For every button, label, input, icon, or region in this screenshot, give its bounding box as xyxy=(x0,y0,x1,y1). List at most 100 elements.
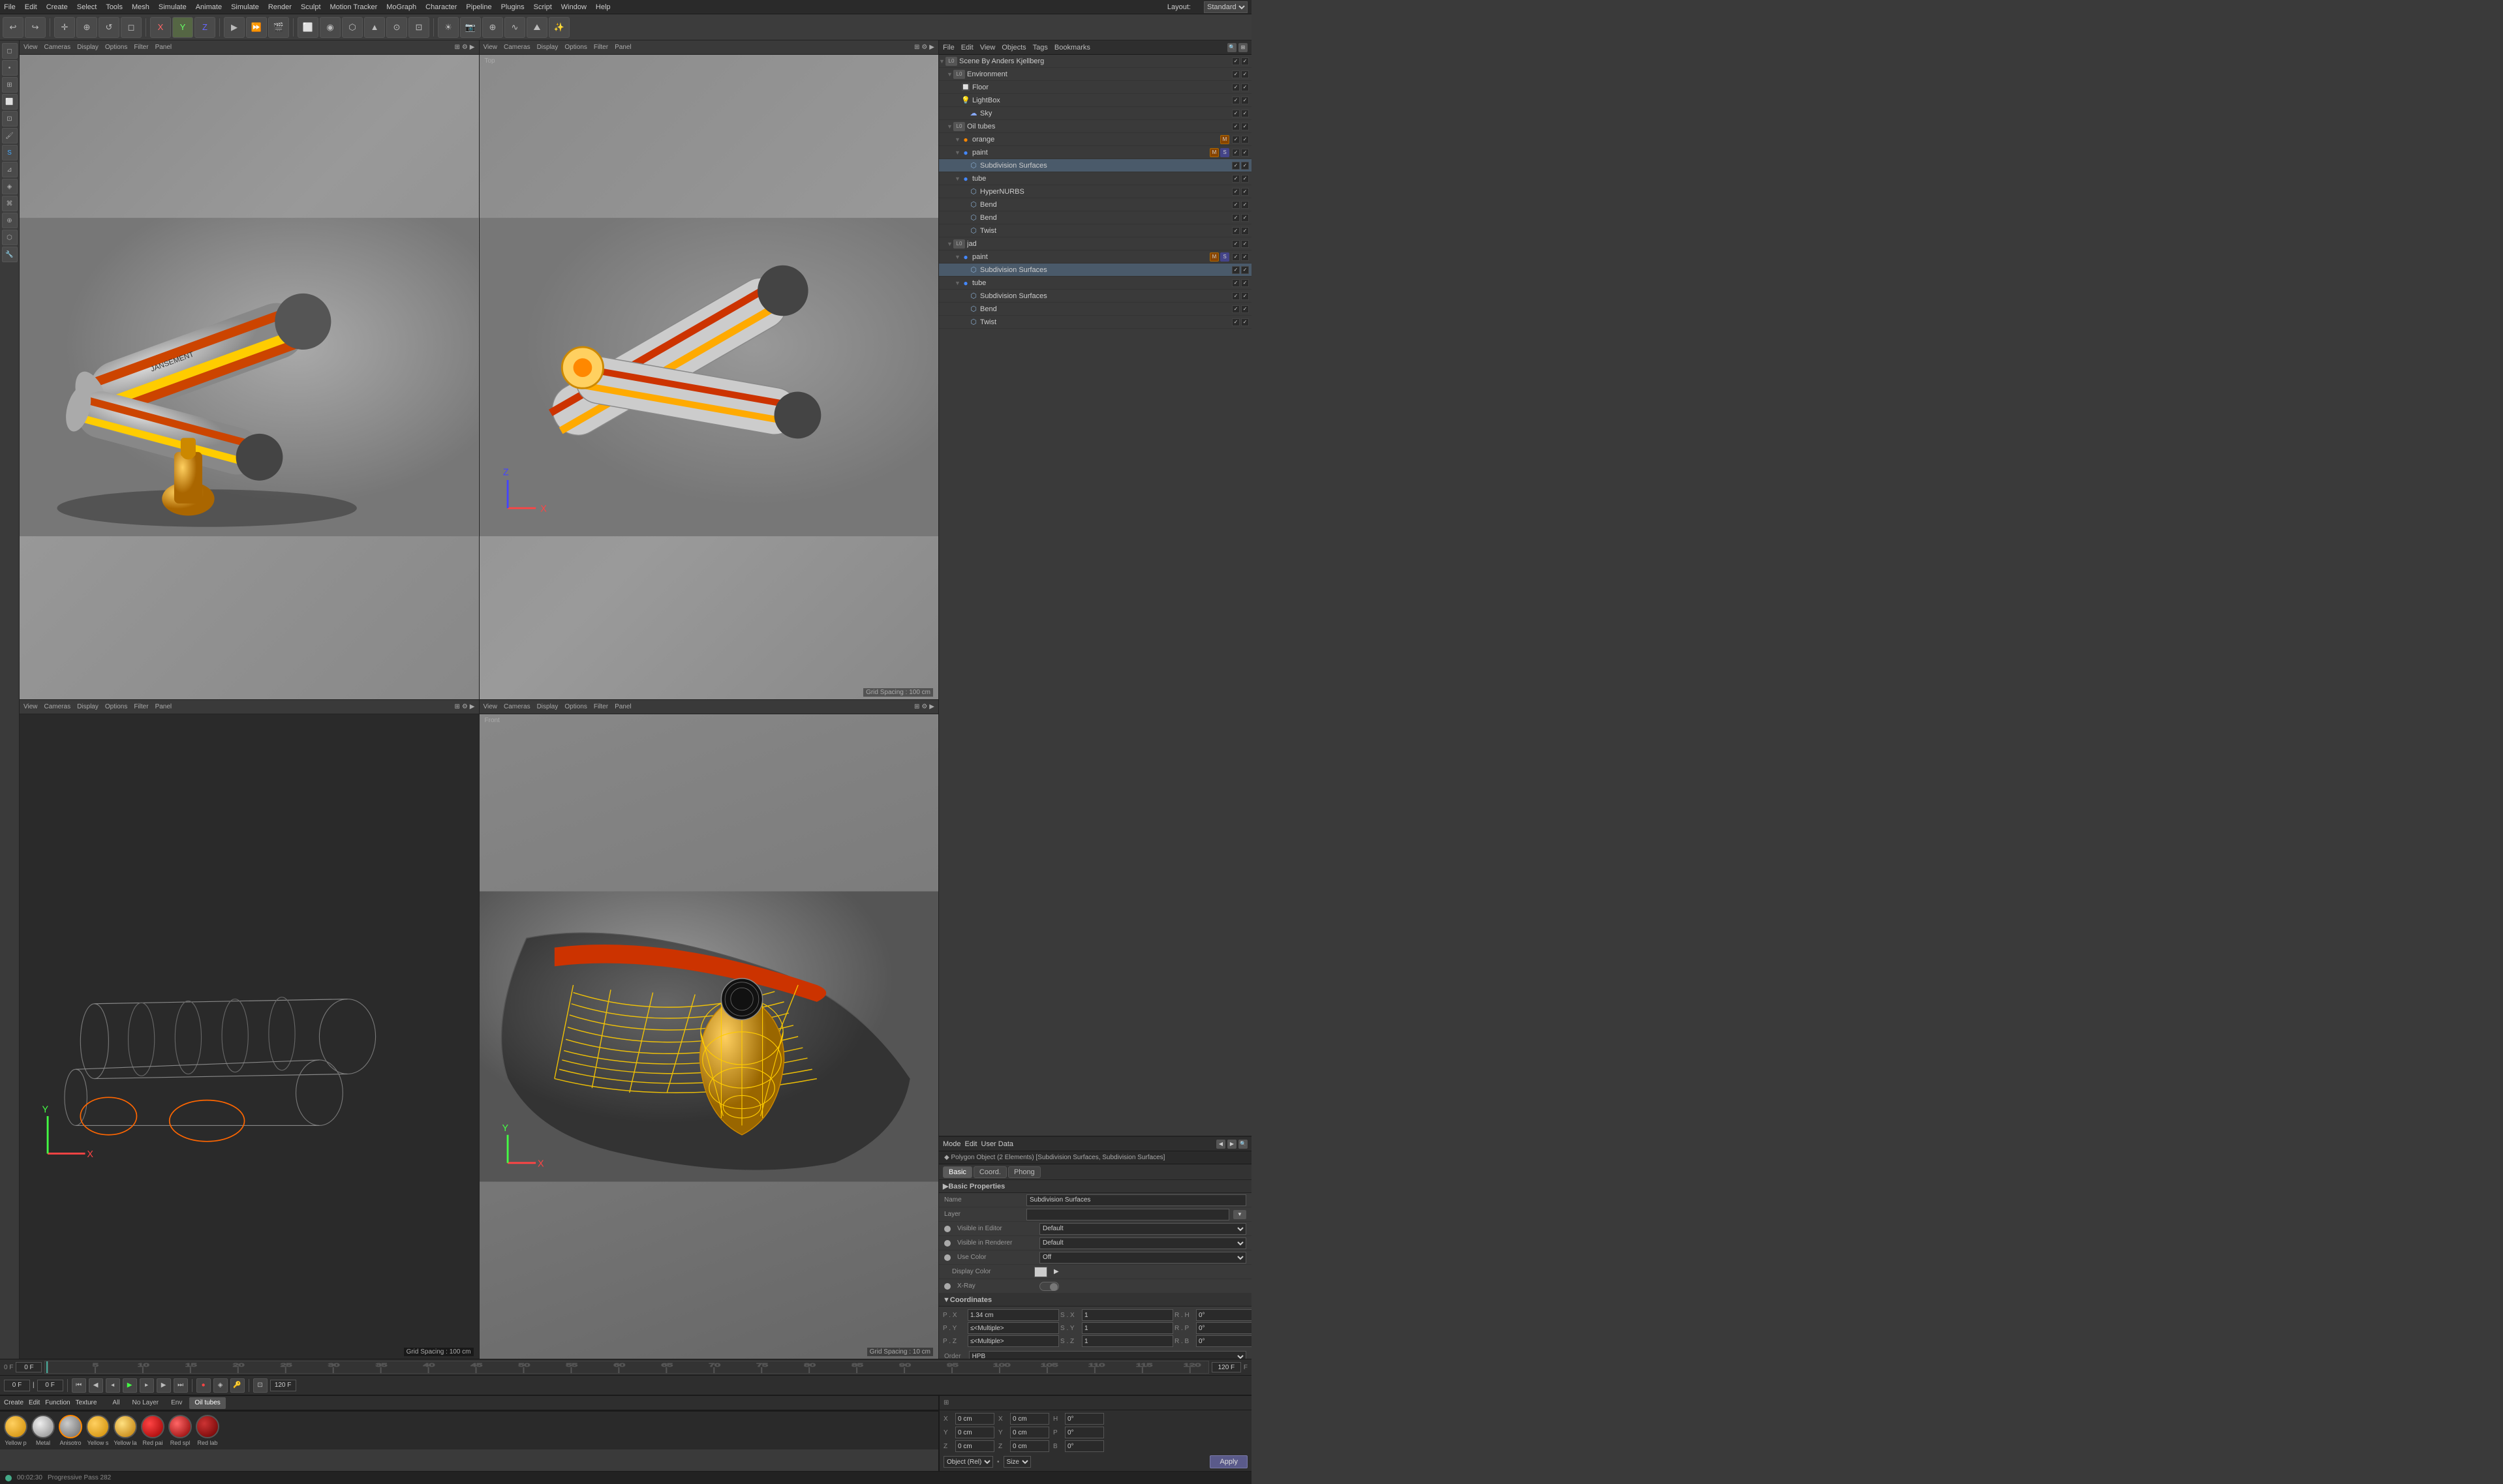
vp-right-settings-icon[interactable]: ⚙ xyxy=(462,703,468,710)
scale-button[interactable]: ⊕ xyxy=(76,17,97,38)
eye-green-subdiv1[interactable]: ✓ xyxy=(1232,162,1240,170)
cylinder-button[interactable]: ⬡ xyxy=(342,17,363,38)
tree-item-sky[interactable]: ☁Sky✓✓ xyxy=(939,107,1252,120)
sidebar-tool6-btn[interactable]: 🔧 xyxy=(2,247,18,262)
menu-help[interactable]: Help xyxy=(596,3,611,11)
material-chip-yellowla[interactable]: Yellow la xyxy=(114,1415,137,1446)
play-button[interactable]: ▶ xyxy=(123,1378,137,1393)
camera-button[interactable]: 📷 xyxy=(460,17,481,38)
undo-button[interactable]: ↩ xyxy=(3,17,23,38)
eye-red-tube[interactable]: ✓ xyxy=(1241,175,1249,183)
tree-expand-orange[interactable]: ▼ xyxy=(955,136,961,143)
viewport-perspective[interactable]: View Cameras Display Options Filter Pane… xyxy=(20,40,479,699)
next-frame-button[interactable]: ▶ xyxy=(157,1378,171,1393)
tree-item-oiltubes[interactable]: ▼L0Oil tubes✓✓ xyxy=(939,120,1252,133)
vp-top-options-btn[interactable]: Options xyxy=(564,44,587,51)
tree-expand-oiltubes[interactable]: ▼ xyxy=(947,123,953,130)
eye-green-jad[interactable]: ✓ xyxy=(1232,240,1240,248)
menu-select[interactable]: Select xyxy=(77,3,97,11)
sidebar-s-btn[interactable]: S xyxy=(2,145,18,160)
attr-user-data-btn[interactable]: User Data xyxy=(981,1140,1014,1148)
mat-tab-nolayer[interactable]: No Layer xyxy=(127,1397,164,1409)
fps-button[interactable]: ⊡ xyxy=(253,1378,268,1393)
eye-red-subdiv2[interactable]: ✓ xyxy=(1241,266,1249,274)
eye-red-hypernurbs[interactable]: ✓ xyxy=(1241,188,1249,196)
eye-green-env[interactable]: ✓ xyxy=(1232,70,1240,78)
sidebar-tool5-btn[interactable]: ⬡ xyxy=(2,230,18,245)
timeline-ruler[interactable]: 5 10 15 20 25 30 35 40 45 50 55 60 65 70… xyxy=(44,1361,1208,1374)
menu-create[interactable]: Create xyxy=(46,3,68,11)
tree-item-hypernurbs[interactable]: ⬡HyperNURBS✓✓ xyxy=(939,185,1252,198)
vp-right-cameras-btn[interactable]: Cameras xyxy=(44,703,71,710)
object-rel-select[interactable]: Object (Rel) xyxy=(944,1456,993,1468)
vp-right-display-btn[interactable]: Display xyxy=(77,703,99,710)
eye-red-twist1[interactable]: ✓ xyxy=(1241,227,1249,235)
tree-item-lightbox[interactable]: 💡LightBox✓✓ xyxy=(939,94,1252,107)
attr-tab-coord[interactable]: Coord. xyxy=(974,1166,1007,1178)
eye-green-subdiv3[interactable]: ✓ xyxy=(1232,292,1240,300)
vp-top-settings-icon[interactable]: ⚙ xyxy=(921,44,927,51)
menu-script[interactable]: Script xyxy=(534,3,552,11)
material-chip-redpai[interactable]: Red pai xyxy=(141,1415,164,1446)
coordinates-section[interactable]: ▼ Coordinates xyxy=(939,1294,1252,1307)
eye-red-twist2[interactable]: ✓ xyxy=(1241,318,1249,326)
vp-display-btn[interactable]: Display xyxy=(77,44,99,51)
om-view-btn[interactable]: View xyxy=(980,44,996,52)
tree-mat-tag-orange[interactable]: M xyxy=(1220,135,1229,144)
attr-xray-toggle[interactable] xyxy=(1039,1282,1059,1291)
vp-right-view-btn[interactable]: View xyxy=(23,703,38,710)
mat-tab-env[interactable]: Env xyxy=(166,1397,187,1409)
menu-mesh[interactable]: Mesh xyxy=(132,3,149,11)
om-objects-btn[interactable]: Objects xyxy=(1002,44,1026,52)
menu-plugins[interactable]: Plugins xyxy=(501,3,525,11)
mat-tab-oiltubes[interactable]: Oil tubes xyxy=(189,1397,225,1409)
go-start-button[interactable]: ⏮ xyxy=(72,1378,86,1393)
tree-item-subdiv2[interactable]: ⬡Subdivision Surfaces✓✓ xyxy=(939,264,1252,277)
eye-green-tube2[interactable]: ✓ xyxy=(1232,279,1240,287)
material-chip-redspl[interactable]: Red spl xyxy=(168,1415,192,1446)
fx-button[interactable]: ✨ xyxy=(549,17,570,38)
y-axis-button[interactable]: Y xyxy=(172,17,193,38)
tree-mat-tag-paint[interactable]: M xyxy=(1210,148,1219,157)
vp-front-display-btn[interactable]: Display xyxy=(537,703,559,710)
landscape-button[interactable]: ⛰ xyxy=(527,17,547,38)
b-input[interactable] xyxy=(1065,1440,1104,1452)
material-chip-metal[interactable]: Metal xyxy=(31,1415,55,1446)
tree-expand-paint[interactable]: ▼ xyxy=(955,149,961,156)
eye-green-floor[interactable]: ✓ xyxy=(1232,83,1240,91)
coord-px-input[interactable] xyxy=(968,1309,1059,1321)
coord-pz-input[interactable] xyxy=(968,1335,1059,1347)
eye-red-lightbox[interactable]: ✓ xyxy=(1241,97,1249,104)
apply-button[interactable]: Apply xyxy=(1210,1455,1248,1468)
timeline-current-input[interactable] xyxy=(16,1362,42,1372)
eye-red-paint[interactable]: ✓ xyxy=(1241,149,1249,157)
om-bookmarks-btn[interactable]: Bookmarks xyxy=(1054,44,1090,52)
material-chip-yellows[interactable]: Yellow s xyxy=(86,1415,110,1446)
attr-layer-btn[interactable]: ▼ xyxy=(1233,1210,1246,1219)
vp-front-view-btn[interactable]: View xyxy=(484,703,498,710)
eye-green-bend2[interactable]: ✓ xyxy=(1232,214,1240,222)
sidebar-tool1-btn[interactable]: ⊿ xyxy=(2,162,18,177)
function-btn[interactable]: Function xyxy=(45,1399,70,1406)
torus-button[interactable]: ⊙ xyxy=(386,17,407,38)
coord-sx-input[interactable] xyxy=(1082,1309,1173,1321)
eye-green-paint2[interactable]: ✓ xyxy=(1232,253,1240,261)
sidebar-tool4-btn[interactable]: ⊕ xyxy=(2,213,18,228)
om-edit-btn[interactable]: Edit xyxy=(961,44,974,52)
vp-top-view-btn[interactable]: View xyxy=(484,44,498,51)
coord-rh-input[interactable] xyxy=(1196,1309,1252,1321)
render-button[interactable]: ▶ xyxy=(224,17,245,38)
menu-window[interactable]: Window xyxy=(561,3,587,11)
prev-key-button[interactable]: ◂ xyxy=(106,1378,120,1393)
vp-front-panel-btn[interactable]: Panel xyxy=(615,703,632,710)
menu-tools[interactable]: Tools xyxy=(106,3,123,11)
coord-sy-input[interactable] xyxy=(1082,1322,1173,1334)
attr-vis-renderer-select[interactable]: Default xyxy=(1039,1237,1246,1249)
eye-green-subdiv2[interactable]: ✓ xyxy=(1232,266,1240,274)
tree-item-paint[interactable]: ▼●paintMS✓✓ xyxy=(939,146,1252,159)
tree-expand-scene[interactable]: ▼ xyxy=(939,58,945,65)
attr-use-color-select[interactable]: Off xyxy=(1039,1252,1246,1264)
coord-sz-input[interactable] xyxy=(1082,1335,1173,1347)
menu-sculpt[interactable]: Sculpt xyxy=(301,3,321,11)
eye-green-lightbox[interactable]: ✓ xyxy=(1232,97,1240,104)
